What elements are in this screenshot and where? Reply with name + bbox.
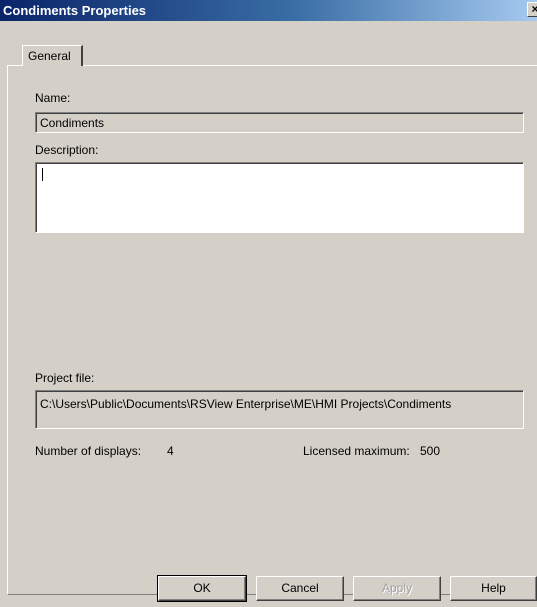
dialog-body: General Name: Condiments Description: Pr…	[0, 21, 537, 607]
name-value: Condiments	[40, 116, 105, 130]
name-field[interactable]: Condiments	[35, 112, 524, 133]
description-label: Description:	[35, 143, 99, 157]
project-file-label: Project file:	[35, 371, 95, 385]
ok-button[interactable]: OK	[157, 575, 247, 602]
text-caret	[42, 168, 43, 181]
displays-value: 4	[167, 444, 174, 458]
help-button[interactable]: Help	[450, 576, 537, 601]
name-label: Name:	[35, 91, 71, 105]
description-field[interactable]	[35, 162, 524, 233]
tab-general[interactable]: General	[22, 45, 83, 66]
licensed-label: Licensed maximum:	[303, 444, 410, 458]
cancel-button[interactable]: Cancel	[256, 576, 344, 601]
displays-label: Number of displays:	[35, 444, 142, 458]
licensed-value: 500	[420, 444, 441, 458]
window-title: Condiments Properties	[3, 3, 147, 18]
tab-general-label: General	[28, 49, 71, 63]
project-file-field[interactable]: C:\Users\Public\Documents\RSView Enterpr…	[35, 390, 524, 429]
project-file-value: C:\Users\Public\Documents\RSView Enterpr…	[40, 397, 452, 411]
close-icon[interactable]: ×	[527, 2, 537, 17]
apply-button[interactable]: Apply	[353, 576, 441, 601]
title-bar[interactable]: Condiments Properties ×	[0, 0, 537, 21]
